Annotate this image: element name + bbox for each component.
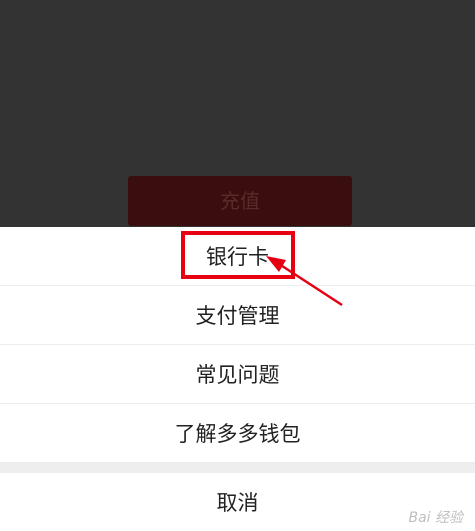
menu-item-bank-card[interactable]: 银行卡 xyxy=(0,227,475,286)
menu-item-label: 常见问题 xyxy=(195,363,280,387)
action-sheet: 银行卡 支付管理 常见问题 了解多多钱包 取消 xyxy=(0,227,475,531)
menu-item-payment-management[interactable]: 支付管理 xyxy=(0,286,475,345)
watermark: Bai 经验 xyxy=(408,510,463,526)
menu-item-faq[interactable]: 常见问题 xyxy=(0,345,475,404)
cancel-button[interactable]: 取消 xyxy=(0,473,475,531)
cancel-label: 取消 xyxy=(216,491,259,515)
menu-item-label: 支付管理 xyxy=(195,304,280,328)
menu-item-about-wallet[interactable]: 了解多多钱包 xyxy=(0,404,475,463)
menu-item-label: 银行卡 xyxy=(206,245,269,269)
recharge-button: 充值 xyxy=(128,176,352,226)
menu-item-label: 了解多多钱包 xyxy=(174,422,301,446)
section-divider xyxy=(0,463,475,473)
